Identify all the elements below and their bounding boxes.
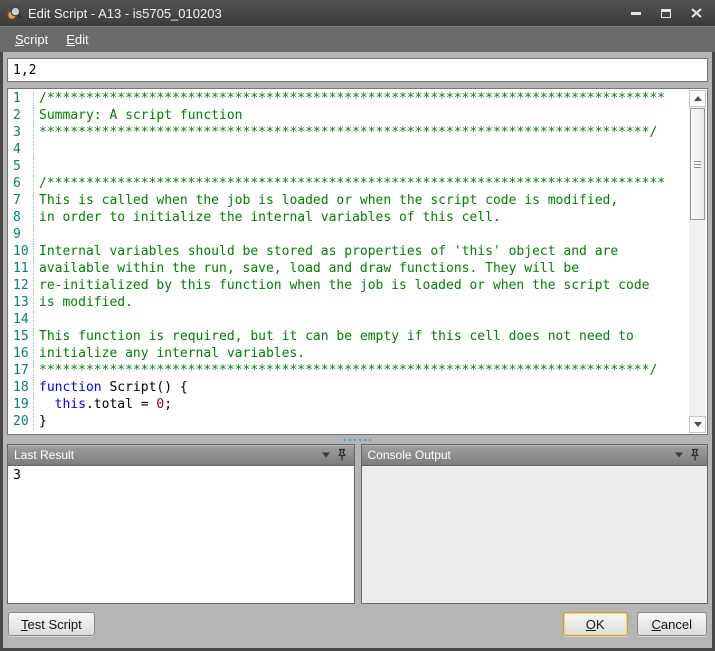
code-line: 7This is called when the job is loaded o… xyxy=(9,193,688,210)
script-code-editor[interactable]: 1/**************************************… xyxy=(7,88,708,435)
chevron-down-icon xyxy=(674,451,684,459)
close-button[interactable] xyxy=(681,3,711,23)
chevron-down-icon xyxy=(321,451,331,459)
scroll-up-button[interactable] xyxy=(689,90,706,107)
code-line: 3***************************************… xyxy=(9,125,688,142)
script-magnifier-icon xyxy=(6,5,22,21)
arrow-down-icon xyxy=(694,422,702,427)
minimize-icon xyxy=(631,12,641,15)
code-line: 17**************************************… xyxy=(9,363,688,380)
window-title: Edit Script - A13 - is5705_010203 xyxy=(28,6,621,21)
last-result-output: 3 xyxy=(8,465,354,603)
code-line: 2Summary: A script function xyxy=(9,108,688,125)
code-line: 13is modified. xyxy=(9,295,688,312)
menubar: Script Edit xyxy=(0,26,715,52)
result-panels: Last Result 3 Console O xyxy=(7,444,708,604)
test-script-button[interactable]: Test Script xyxy=(8,612,95,636)
code-line: 20} xyxy=(9,414,688,431)
editor-vertical-scrollbar[interactable] xyxy=(689,90,706,433)
code-line: 4 xyxy=(9,142,688,159)
ok-button[interactable]: OK xyxy=(563,612,628,636)
horizontal-splitter[interactable] xyxy=(7,435,708,444)
cursor-position-field[interactable] xyxy=(7,58,708,82)
panel-pin-button[interactable] xyxy=(334,447,350,463)
cancel-button[interactable]: Cancel xyxy=(637,612,707,636)
edit-script-window: Edit Script - A13 - is5705_010203 Script… xyxy=(0,0,715,651)
maximize-icon xyxy=(661,9,671,18)
code-line: 5 xyxy=(9,159,688,176)
code-line: 6/**************************************… xyxy=(9,176,688,193)
console-output-panel: Console Output xyxy=(361,444,709,604)
code-line: 9 xyxy=(9,227,688,244)
pin-icon xyxy=(689,448,701,462)
panel-menu-button[interactable] xyxy=(318,447,334,463)
scroll-down-button[interactable] xyxy=(689,416,706,433)
arrow-up-icon xyxy=(694,96,702,101)
titlebar: Edit Script - A13 - is5705_010203 xyxy=(0,0,715,26)
menu-edit[interactable]: Edit xyxy=(57,29,97,50)
code-line: 10Internal variables should be stored as… xyxy=(9,244,688,261)
console-output-title: Console Output xyxy=(368,448,672,462)
close-icon xyxy=(691,8,702,18)
code-line: 12re-initialized by this function when t… xyxy=(9,278,688,295)
maximize-button[interactable] xyxy=(651,3,681,23)
scrollbar-thumb[interactable] xyxy=(690,108,705,220)
menu-script[interactable]: Script xyxy=(6,29,57,50)
code-line: 19 this.total = 0; xyxy=(9,397,688,414)
last-result-header: Last Result xyxy=(8,445,354,465)
code-line: 18function Script() { xyxy=(9,380,688,397)
last-result-panel: Last Result 3 xyxy=(7,444,355,604)
pin-icon xyxy=(336,448,348,462)
code-line: 15This function is required, but it can … xyxy=(9,329,688,346)
last-result-title: Last Result xyxy=(14,448,318,462)
code-line: 1/**************************************… xyxy=(9,91,688,108)
code-line: 8in order to initialize the internal var… xyxy=(9,210,688,227)
console-output-area xyxy=(362,465,708,603)
button-row: Test Script OK Cancel xyxy=(7,604,708,644)
code-line: 14 xyxy=(9,312,688,329)
code-line: 16initialize any internal variables. xyxy=(9,346,688,363)
code-lines: 1/**************************************… xyxy=(9,91,688,433)
console-output-header: Console Output xyxy=(362,445,708,465)
panel-menu-button[interactable] xyxy=(671,447,687,463)
panel-pin-button[interactable] xyxy=(687,447,703,463)
code-line: 11available within the run, save, load a… xyxy=(9,261,688,278)
dialog-body: 1/**************************************… xyxy=(3,52,712,648)
minimize-button[interactable] xyxy=(621,3,651,23)
